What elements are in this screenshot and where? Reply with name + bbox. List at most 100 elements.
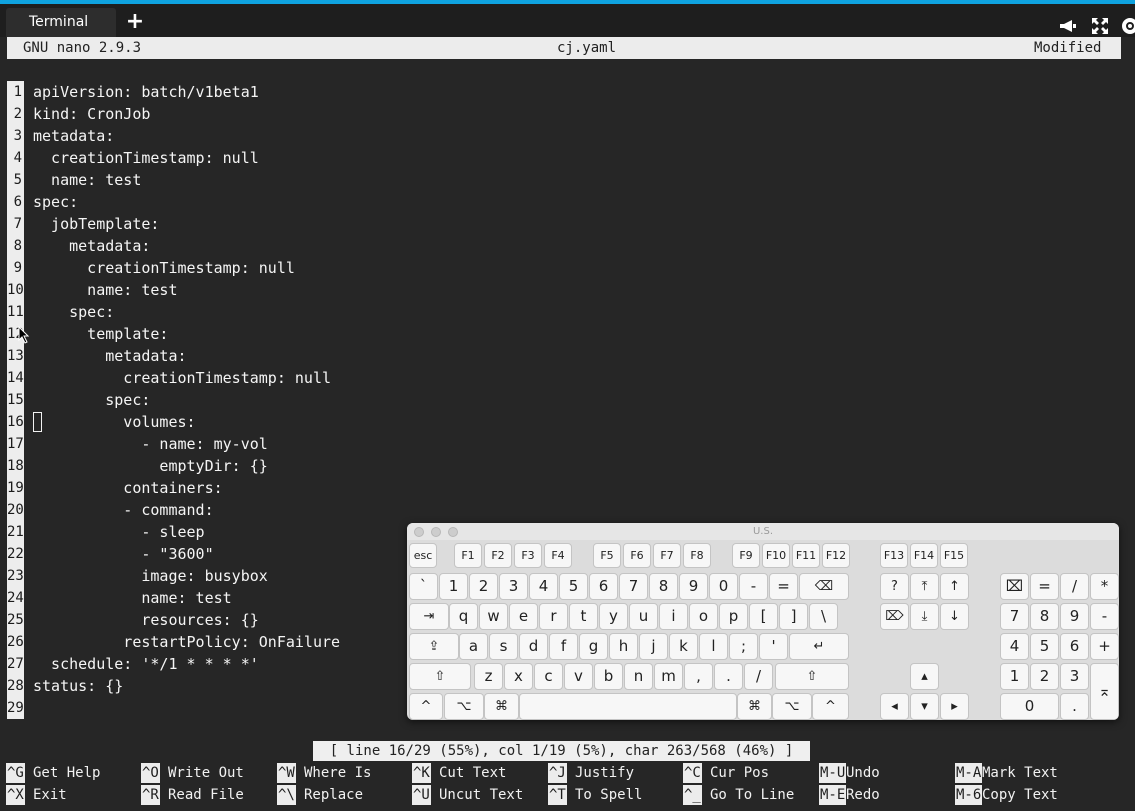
keyboard-key[interactable]: .: [1060, 693, 1089, 720]
megaphone-icon[interactable]: [1058, 16, 1078, 36]
keyboard-key[interactable]: =: [769, 573, 798, 600]
keyboard-key[interactable]: b: [594, 663, 623, 690]
new-tab-button[interactable]: +: [124, 11, 146, 33]
keyboard-key[interactable]: 4: [529, 573, 558, 600]
keyboard-key[interactable]: w: [479, 603, 508, 630]
keyboard-key[interactable]: [519, 693, 737, 720]
keyboard-key[interactable]: F12: [822, 543, 850, 568]
keyboard-key[interactable]: F15: [940, 543, 968, 568]
keyboard-key[interactable]: p: [719, 603, 748, 630]
keyboard-key[interactable]: 1: [1000, 663, 1029, 690]
keyboard-key[interactable]: ⌫: [799, 573, 849, 600]
code-text[interactable]: resources: {}: [33, 609, 258, 631]
keyboard-key[interactable]: ◂: [880, 693, 909, 720]
keyboard-key[interactable]: ?: [880, 573, 909, 600]
keyboard-key[interactable]: m: [654, 663, 683, 690]
keyboard-key[interactable]: k: [669, 633, 698, 660]
code-text[interactable]: status: {}: [33, 675, 123, 697]
keyboard-key[interactable]: ⌘: [737, 693, 772, 720]
code-text[interactable]: containers:: [33, 477, 222, 499]
keyboard-key[interactable]: 7: [1000, 603, 1029, 630]
keyboard-key[interactable]: =: [1030, 573, 1059, 600]
keyboard-key[interactable]: F8: [683, 543, 711, 568]
code-text[interactable]: creationTimestamp: null: [33, 147, 259, 169]
keyboard-key[interactable]: ,: [684, 663, 713, 690]
keyboard-key[interactable]: ▴: [910, 663, 939, 690]
keyboard-key[interactable]: d: [519, 633, 548, 660]
code-line[interactable]: 7 jobTemplate:: [7, 213, 607, 235]
keyboard-key[interactable]: 5: [1030, 633, 1059, 660]
keyboard-key[interactable]: /: [744, 663, 773, 690]
keyboard-key[interactable]: *: [1090, 573, 1119, 600]
minimize-window-button[interactable]: [431, 527, 441, 537]
keyboard-key[interactable]: g: [579, 633, 608, 660]
keyboard-key[interactable]: +: [1090, 633, 1119, 660]
keyboard-key[interactable]: s: [489, 633, 518, 660]
keyboard-key[interactable]: 9: [679, 573, 708, 600]
keyboard-key[interactable]: F4: [544, 543, 572, 568]
code-text[interactable]: jobTemplate:: [33, 213, 159, 235]
code-text[interactable]: spec:: [33, 389, 150, 411]
keyboard-key[interactable]: F14: [910, 543, 938, 568]
gear-icon[interactable]: [1120, 16, 1135, 36]
code-text[interactable]: emptyDir: {}: [33, 455, 267, 477]
code-line[interactable]: 14 creationTimestamp: null: [7, 367, 607, 389]
keyboard-key[interactable]: 3: [1060, 663, 1089, 690]
code-line[interactable]: 15 spec:: [7, 389, 607, 411]
code-text[interactable]: template:: [33, 323, 168, 345]
keyboard-key[interactable]: 2: [1030, 663, 1059, 690]
code-text[interactable]: spec:: [33, 301, 114, 323]
keyboard-key[interactable]: 3: [499, 573, 528, 600]
keyboard-key[interactable]: F6: [623, 543, 651, 568]
keyboard-key[interactable]: ]: [779, 603, 808, 630]
code-text[interactable]: name: test: [33, 169, 141, 191]
code-line[interactable]: 5 name: test: [7, 169, 607, 191]
keyboard-key[interactable]: ;: [729, 633, 758, 660]
keyboard-key[interactable]: n: [624, 663, 653, 690]
code-text[interactable]: volumes:: [33, 411, 195, 433]
code-text[interactable]: restartPolicy: OnFailure: [33, 631, 340, 653]
code-text[interactable]: - command:: [33, 499, 213, 521]
code-line[interactable]: 10 name: test: [7, 279, 607, 301]
keyboard-key[interactable]: F10: [762, 543, 790, 568]
code-text[interactable]: name: test: [33, 587, 231, 609]
keyboard-key[interactable]: F3: [514, 543, 542, 568]
keyboard-key[interactable]: c: [534, 663, 563, 690]
keyboard-key[interactable]: 1: [439, 573, 468, 600]
keyboard-key[interactable]: l: [699, 633, 728, 660]
close-window-button[interactable]: [414, 527, 424, 537]
keyboard-key[interactable]: ^: [812, 693, 849, 720]
code-line[interactable]: 12 template:: [7, 323, 607, 345]
code-line[interactable]: 20 - command:: [7, 499, 607, 521]
keyboard-key[interactable]: `: [409, 573, 438, 600]
code-line[interactable]: 11 spec:: [7, 301, 607, 323]
keyboard-key[interactable]: .: [714, 663, 743, 690]
keyboard-key[interactable]: F9: [732, 543, 760, 568]
keyboard-key[interactable]: a: [459, 633, 488, 660]
keyboard-key[interactable]: ⇥: [409, 603, 449, 630]
keyboard-key[interactable]: 5: [559, 573, 588, 600]
keyboard-key[interactable]: ⌦: [880, 603, 909, 630]
keyboard-key[interactable]: ↵: [789, 633, 849, 660]
keyboard-key[interactable]: ': [759, 633, 788, 660]
keyboard-key[interactable]: ⇪: [409, 633, 459, 660]
code-line[interactable]: 19 containers:: [7, 477, 607, 499]
keyboard-key[interactable]: F11: [792, 543, 820, 568]
keyboard-key[interactable]: F2: [484, 543, 512, 568]
code-text[interactable]: creationTimestamp: null: [33, 367, 331, 389]
keyboard-key[interactable]: ↓: [940, 603, 969, 630]
keyboard-key[interactable]: /: [1060, 573, 1089, 600]
keyboard-key[interactable]: 4: [1000, 633, 1029, 660]
code-text[interactable]: spec:: [33, 191, 78, 213]
keyboard-key[interactable]: v: [564, 663, 593, 690]
keyboard-key[interactable]: F5: [593, 543, 621, 568]
code-text[interactable]: kind: CronJob: [33, 103, 150, 125]
keyboard-key[interactable]: 8: [649, 573, 678, 600]
keyboard-key[interactable]: ⇧: [409, 663, 471, 690]
code-line[interactable]: 2 kind: CronJob: [7, 103, 607, 125]
code-line[interactable]: 1 apiVersion: batch/v1beta1: [7, 81, 607, 103]
tab-terminal[interactable]: Terminal: [6, 8, 116, 37]
code-text[interactable]: name: test: [33, 279, 177, 301]
keyboard-key[interactable]: 7: [619, 573, 648, 600]
keyboard-key[interactable]: 0: [709, 573, 738, 600]
